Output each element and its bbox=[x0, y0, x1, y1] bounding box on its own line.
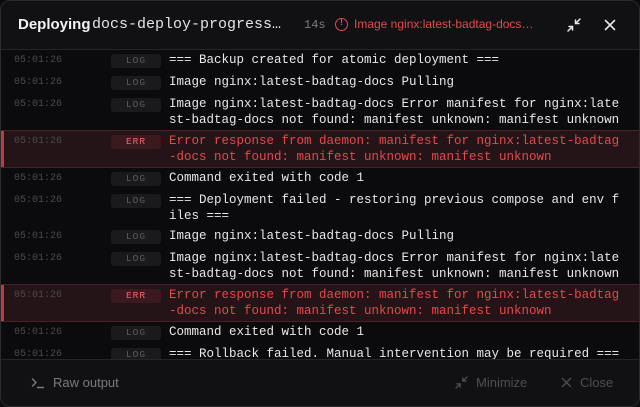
raw-output-button[interactable]: Raw output bbox=[31, 375, 119, 390]
log-level-badge: ERR bbox=[111, 135, 161, 149]
terminal-icon bbox=[31, 377, 45, 388]
elapsed-time: 14s bbox=[304, 18, 326, 32]
log-timestamp: 05:01:26 bbox=[14, 327, 63, 338]
log-row: 05:01:26 LOG Command exited with code 1 bbox=[1, 322, 639, 344]
log-level-cell: LOG bbox=[111, 324, 169, 340]
log-level-badge: ERR bbox=[111, 289, 161, 303]
log-message: Error response from daemon: manifest for… bbox=[169, 134, 620, 164]
deploy-log-dialog: Deploying docs-deploy-progress-d… 14s Im… bbox=[0, 0, 640, 407]
log-level-badge: LOG bbox=[111, 76, 161, 90]
log-level-badge: LOG bbox=[111, 194, 161, 208]
log-timestamp: 05:01:26 bbox=[14, 290, 63, 301]
log-level-cell: LOG bbox=[111, 52, 169, 68]
log-level-cell: LOG bbox=[111, 250, 169, 266]
log-level-badge: LOG bbox=[111, 172, 161, 186]
log-row: 05:01:26 LOG Command exited with code 1 bbox=[1, 168, 639, 190]
log-level-cell: LOG bbox=[111, 228, 169, 244]
log-message: Image nginx:latest-badtag-docs Pulling bbox=[169, 75, 455, 89]
log-timestamp: 05:01:26 bbox=[14, 136, 63, 147]
log-level-badge: LOG bbox=[111, 54, 161, 68]
log-message: Image nginx:latest-badtag-docs Error man… bbox=[169, 97, 620, 127]
log-row: 05:01:26 LOG Image nginx:latest-badtag-doc… bbox=[1, 72, 639, 94]
log-timestamp: 05:01:26 bbox=[14, 99, 63, 110]
alert-circle-icon bbox=[335, 17, 348, 31]
log-level-cell: LOG bbox=[111, 74, 169, 90]
log-level-cell: LOG bbox=[111, 170, 169, 186]
log-timestamp: 05:01:26 bbox=[14, 195, 63, 206]
raw-output-label: Raw output bbox=[53, 375, 119, 390]
log-row: 05:01:26 LOG === Backup created for atomic… bbox=[1, 50, 639, 72]
dialog-footer: Raw output Minimize Close bbox=[1, 359, 639, 406]
log-timestamp: 05:01:26 bbox=[14, 253, 63, 264]
log-row: 05:01:26 LOG Image nginx:latest-badtag-doc… bbox=[1, 226, 639, 248]
log-row: 05:01:26 LOG Image nginx:latest-badtag-doc… bbox=[1, 94, 639, 130]
log-message: Image nginx:latest-badtag-docs Error man… bbox=[169, 251, 620, 281]
log-level-cell: ERR bbox=[111, 133, 169, 149]
footer-minimize-button[interactable]: Minimize bbox=[455, 375, 527, 390]
log-timestamp: 05:01:26 bbox=[14, 77, 63, 88]
log-level-cell: ERR bbox=[111, 287, 169, 303]
error-summary-text: Image nginx:latest-badtag-docs P… bbox=[354, 17, 536, 31]
log-level-cell: LOG bbox=[111, 96, 169, 112]
log-level-badge: LOG bbox=[111, 326, 161, 340]
log-level-badge: LOG bbox=[111, 252, 161, 266]
close-button[interactable] bbox=[598, 13, 622, 37]
log-timestamp: 05:01:26 bbox=[14, 55, 63, 66]
log-message: === Deployment failed - restoring previo… bbox=[169, 193, 620, 223]
log-timestamp: 05:01:26 bbox=[14, 231, 63, 242]
close-icon bbox=[604, 19, 616, 31]
log-level-badge: LOG bbox=[111, 230, 161, 244]
footer-close-button[interactable]: Close bbox=[561, 375, 613, 390]
log-message: Error response from daemon: manifest for… bbox=[169, 288, 620, 318]
log-output[interactable]: 05:01:26 LOG === Backup created for atomic… bbox=[1, 50, 639, 362]
log-row: 05:01:26 LOG Image nginx:latest-badtag-doc… bbox=[1, 248, 639, 284]
close-icon bbox=[561, 377, 572, 388]
log-timestamp: 05:01:26 bbox=[14, 173, 63, 184]
minimize-button[interactable] bbox=[562, 13, 586, 37]
error-summary[interactable]: Image nginx:latest-badtag-docs P… bbox=[335, 17, 536, 31]
log-message: Image nginx:latest-badtag-docs Pulling bbox=[169, 229, 455, 243]
log-message: Command exited with code 1 bbox=[169, 325, 365, 339]
close-label: Close bbox=[580, 375, 614, 390]
log-message: === Backup created for atomic deployment… bbox=[169, 53, 500, 67]
log-level-badge: LOG bbox=[111, 98, 161, 112]
minimize-arrows-icon bbox=[455, 376, 468, 389]
minimize-label: Minimize bbox=[476, 375, 528, 390]
dialog-header: Deploying docs-deploy-progress-d… 14s Im… bbox=[1, 1, 639, 50]
dialog-title: Deploying bbox=[18, 16, 91, 33]
deployment-name: docs-deploy-progress-d… bbox=[92, 16, 288, 33]
log-row-error: 05:01:26 ERR Error response from daemon: m… bbox=[1, 130, 639, 168]
log-level-cell: LOG bbox=[111, 192, 169, 208]
log-row: 05:01:26 LOG === Deployment failed - resto… bbox=[1, 190, 639, 226]
log-row-error: 05:01:26 ERR Error response from daemon: m… bbox=[1, 284, 639, 322]
minimize-arrows-icon bbox=[567, 18, 581, 32]
log-message: Command exited with code 1 bbox=[169, 171, 365, 185]
